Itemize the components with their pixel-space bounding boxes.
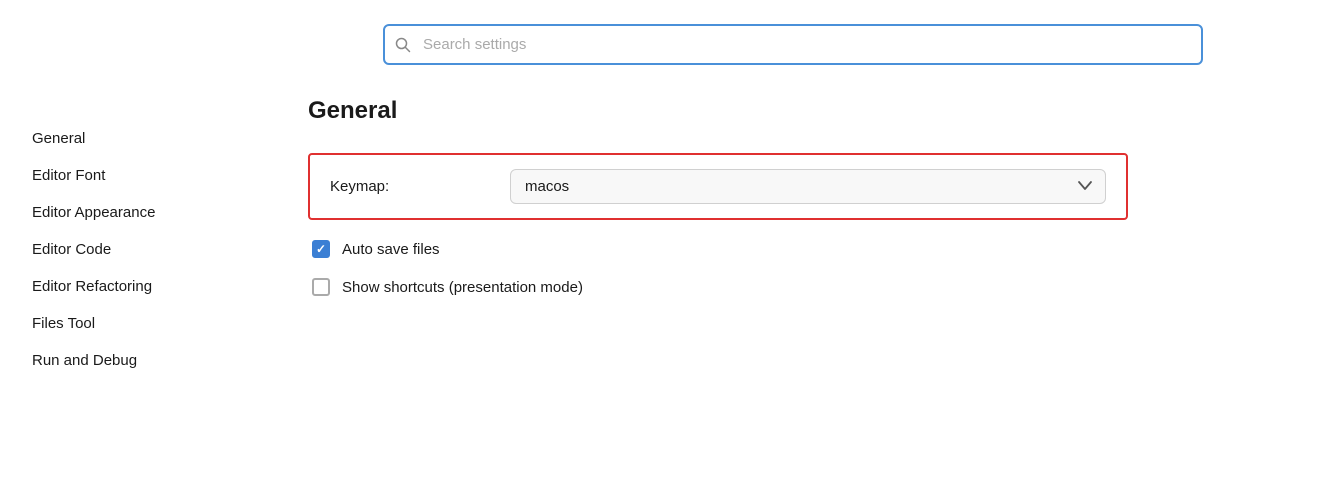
settings-section: Keymap: macos windows linux emacs vim — [308, 153, 1278, 296]
keymap-select[interactable]: macos windows linux emacs vim — [510, 169, 1106, 204]
auto-save-label: Auto save files — [342, 241, 440, 258]
auto-save-checkbox[interactable] — [312, 240, 330, 258]
sidebar: General Editor Font Editor Appearance Ed… — [0, 0, 260, 500]
search-bar-wrapper — [383, 24, 1203, 65]
sidebar-item-editor-appearance[interactable]: Editor Appearance — [24, 194, 236, 231]
show-shortcuts-label: Show shortcuts (presentation mode) — [342, 279, 583, 296]
main-content: General Keymap: macos windows linux emac… — [260, 0, 1326, 500]
keymap-select-wrapper: macos windows linux emacs vim — [510, 169, 1106, 204]
search-input[interactable] — [383, 24, 1203, 65]
sidebar-item-editor-refactoring[interactable]: Editor Refactoring — [24, 268, 236, 305]
page-title: General — [308, 97, 1278, 125]
search-bar-container — [308, 24, 1278, 65]
show-shortcuts-row: Show shortcuts (presentation mode) — [308, 278, 1128, 296]
sidebar-item-editor-font[interactable]: Editor Font — [24, 157, 236, 194]
search-icon — [395, 37, 411, 53]
show-shortcuts-checkbox[interactable] — [312, 278, 330, 296]
sidebar-item-run-and-debug[interactable]: Run and Debug — [24, 342, 236, 379]
keymap-row: Keymap: macos windows linux emacs vim — [308, 153, 1128, 220]
sidebar-item-editor-code[interactable]: Editor Code — [24, 231, 236, 268]
sidebar-item-files-tool[interactable]: Files Tool — [24, 305, 236, 342]
auto-save-row: Auto save files — [308, 240, 1128, 258]
sidebar-item-general[interactable]: General — [24, 120, 236, 157]
keymap-label: Keymap: — [330, 178, 510, 195]
